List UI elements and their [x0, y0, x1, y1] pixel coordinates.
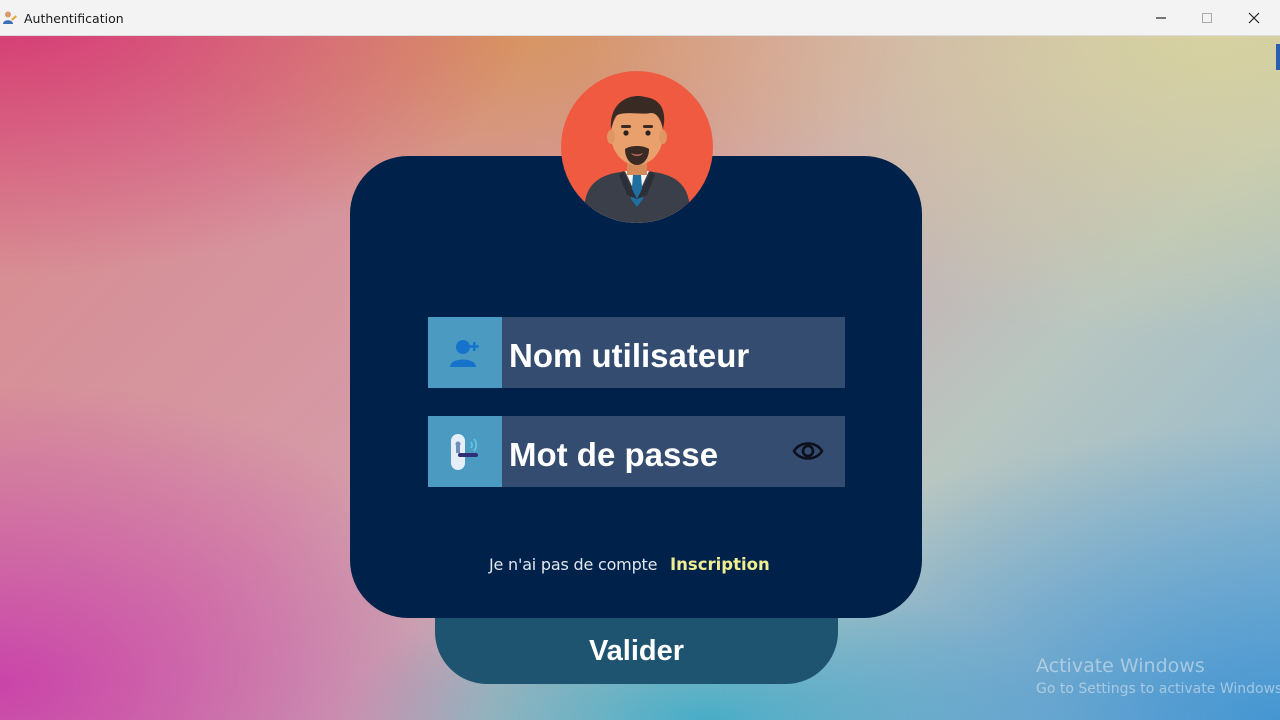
password-placeholder: Mot de passe [509, 436, 719, 473]
password-icon-box [428, 416, 502, 487]
maximize-button[interactable] [1184, 0, 1230, 36]
username-field[interactable]: Nom utilisateur [428, 317, 845, 388]
minimize-icon [1156, 17, 1166, 19]
businessman-avatar [561, 71, 713, 223]
door-lock-icon [451, 433, 478, 470]
title-bar: Authentification [0, 0, 1280, 36]
window-title: Authentification [24, 11, 124, 26]
show-password-button[interactable] [792, 438, 824, 464]
maximize-icon [1202, 13, 1212, 23]
username-icon-box [428, 317, 502, 388]
no-account-text: Je n'ai pas de compte [489, 555, 658, 574]
activation-watermark-subtitle: Go to Settings to activate Windows. [1036, 681, 1280, 697]
add-user-icon [450, 339, 479, 367]
username-placeholder: Nom utilisateur [509, 337, 750, 374]
close-icon [1248, 12, 1260, 24]
signup-link[interactable]: Inscription [670, 555, 770, 574]
eye-icon [792, 442, 824, 460]
minimize-button[interactable] [1138, 0, 1184, 36]
activation-watermark-title: Activate Windows [1036, 655, 1205, 677]
close-button[interactable] [1231, 0, 1277, 36]
validate-label: Valider [588, 635, 685, 667]
user-pen-icon [2, 10, 18, 26]
password-field[interactable]: Mot de passe [428, 416, 845, 487]
window-edge-marker [1276, 44, 1280, 70]
